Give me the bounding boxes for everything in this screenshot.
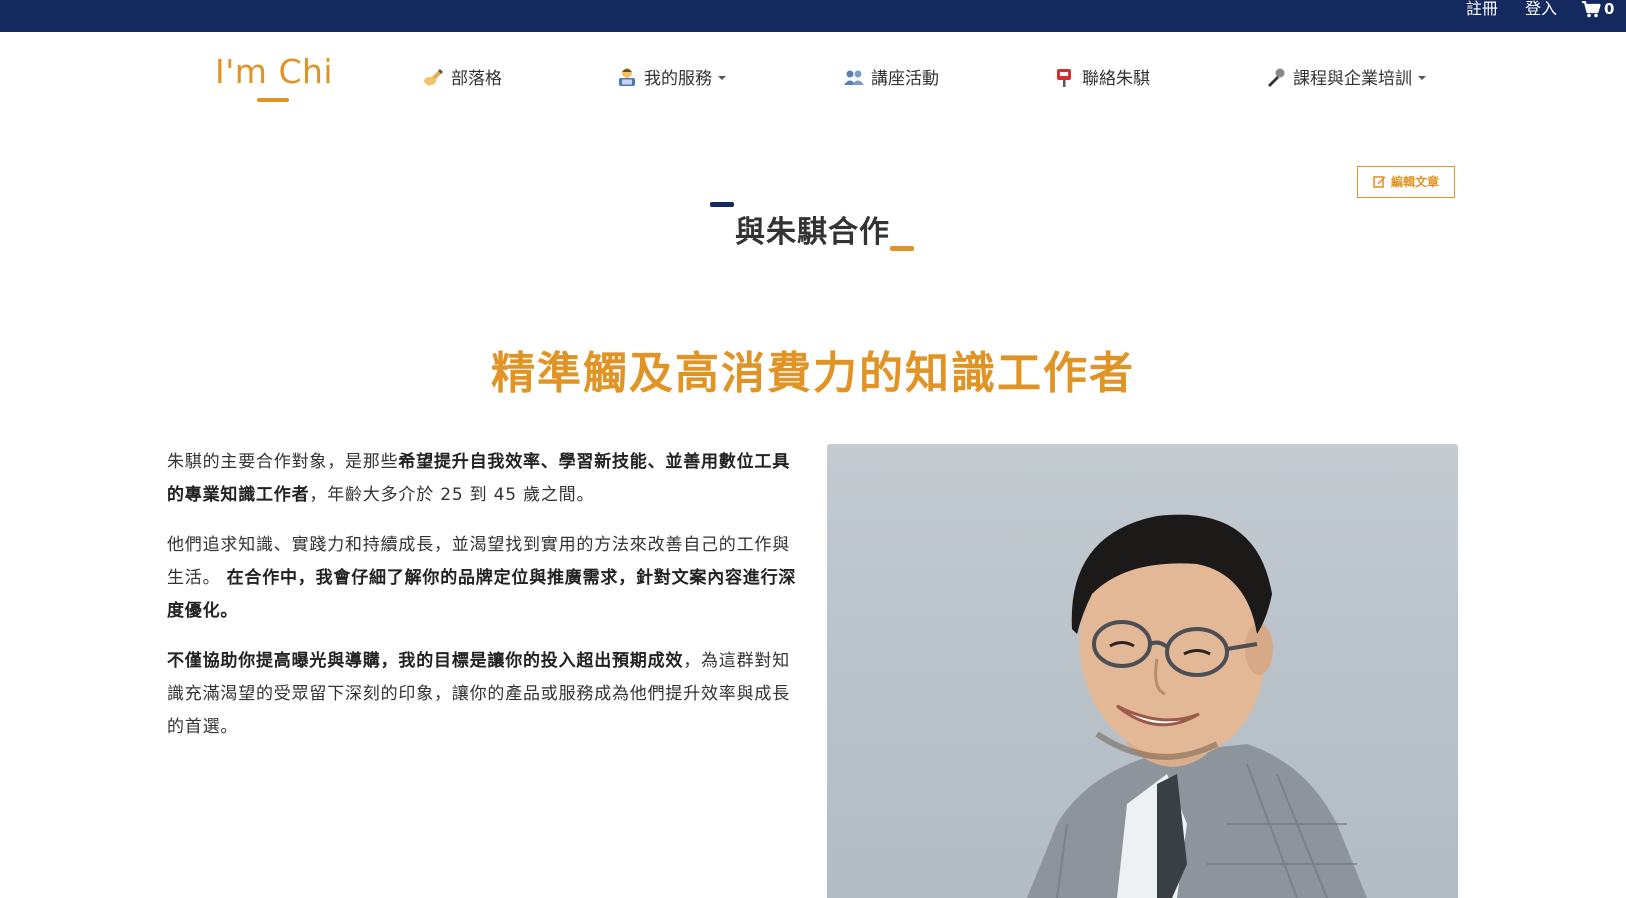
title-accent-bottom (890, 246, 914, 251)
writing-hand-icon (424, 69, 443, 86)
nav-courses[interactable]: 課程與企業培訓 (1265, 66, 1426, 92)
article-content: 朱騏的主要合作對象，是那些希望提升自我效率、學習新技能、並善用數位工具的專業知識… (167, 446, 799, 761)
cart-count: 0 (1604, 0, 1615, 18)
paragraph-1: 朱騏的主要合作對象，是那些希望提升自我效率、學習新技能、並善用數位工具的專業知識… (167, 446, 799, 512)
nav-contact-label: 聯絡朱騏 (1082, 69, 1150, 89)
paragraph-3-bold: 不僅協助你提高曝光與導購，我的目標是讓你的投入超出預期成效 (167, 651, 684, 671)
register-link[interactable]: 註冊 (1466, 0, 1498, 22)
cart-button[interactable]: 0 (1581, 0, 1614, 20)
nav-services-label: 我的服務 (644, 69, 712, 89)
paragraph-1-text-end: ，年齡大多介於 25 到 45 歲之間。 (309, 485, 595, 505)
nav-blog[interactable]: 部落格 (423, 66, 502, 92)
chevron-down-icon (718, 76, 726, 80)
logo-underline (257, 98, 289, 102)
nav-events[interactable]: 講座活動 (843, 66, 939, 92)
paragraph-1-text: 朱騏的主要合作對象，是那些 (167, 452, 399, 472)
section-headline: 精準觸及高消費力的知識工作者 (491, 348, 1135, 399)
chevron-down-icon (1418, 76, 1426, 80)
cart-icon (1582, 0, 1601, 18)
paragraph-2-bold: 在合作中，我會仔細了解你的品牌定位與推廣需求，針對文案內容進行深度優化。 (167, 568, 797, 621)
portrait-photo (827, 444, 1458, 898)
top-bar: 註冊 登入 0 (0, 0, 1626, 32)
people-icon (844, 70, 864, 85)
edit-article-label: 編輯文章 (1390, 175, 1439, 189)
title-accent-top (710, 202, 734, 207)
portrait-illustration (1027, 514, 1367, 898)
nav-courses-label: 課程與企業培訓 (1293, 69, 1412, 89)
nav-blog-label: 部落格 (451, 69, 502, 89)
site-logo[interactable]: I'm Chi (215, 52, 333, 91)
edit-article-button[interactable]: 編輯文章 (1357, 166, 1455, 198)
mailbox-icon (1057, 69, 1071, 87)
edit-icon (1373, 176, 1386, 188)
paragraph-2: 他們追求知識、實踐力和持續成長，並渴望找到實用的方法來改善自己的工作與生活。 在… (167, 529, 799, 628)
paragraph-3: 不僅協助你提高曝光與導購，我的目標是讓你的投入超出預期成效，為這群對知識充滿渴望… (167, 645, 799, 744)
technologist-icon (619, 68, 635, 86)
page-title: 與朱騏合作 (735, 215, 890, 250)
nav-services[interactable]: 我的服務 (616, 66, 726, 92)
nav-events-label: 講座活動 (871, 69, 939, 89)
nav-contact[interactable]: 聯絡朱騏 (1054, 66, 1150, 92)
microphone-icon (1268, 68, 1285, 87)
login-link[interactable]: 登入 (1525, 0, 1557, 22)
